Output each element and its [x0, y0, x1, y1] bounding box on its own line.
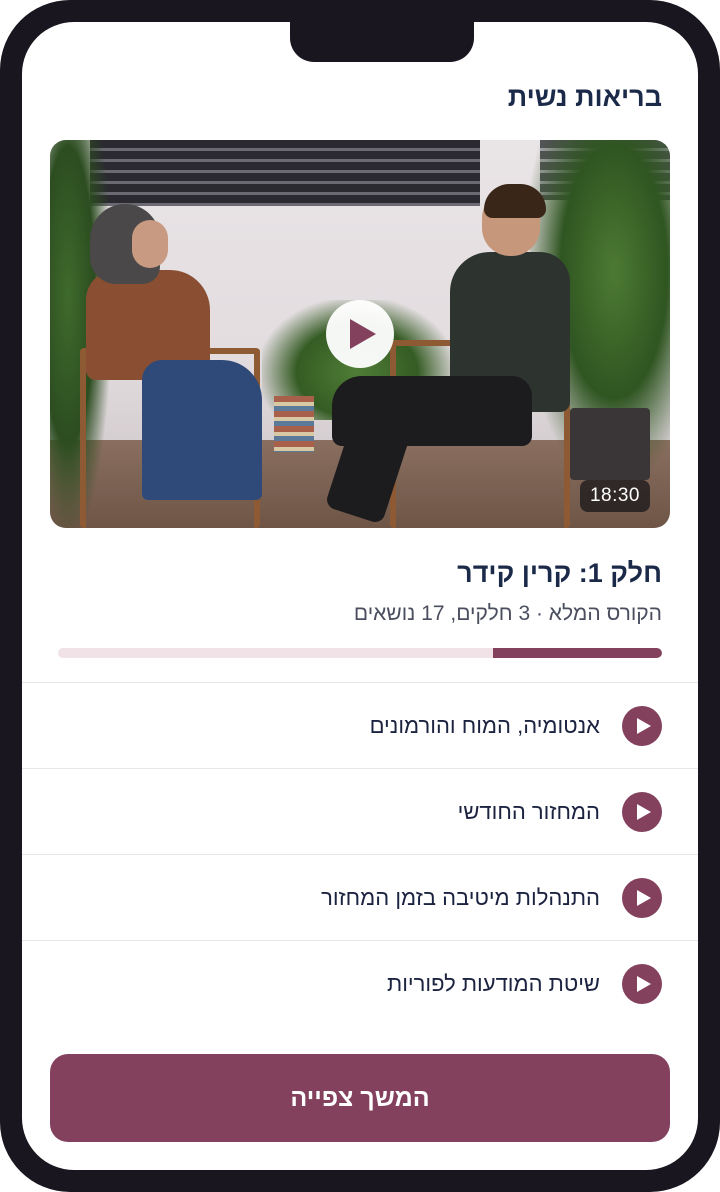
play-icon[interactable]	[622, 877, 662, 918]
play-icon[interactable]	[622, 963, 662, 1004]
topic-item[interactable]: התנהלות מיטיבה בזמן המחזור	[22, 854, 698, 940]
episode-title: חלק 1: קרין קידר	[457, 558, 662, 588]
play-icon[interactable]	[622, 705, 662, 746]
topic-item[interactable]: המחזור החודשי	[22, 768, 698, 854]
episode-meta: הקורס המלא · 3 חלקים, 17 נושאים	[353, 602, 662, 625]
topic-list: אנטומיה, המוח והורמונים המחזור החודשי הת…	[22, 682, 698, 1026]
continue-watching-button[interactable]: המשך צפייה	[50, 1054, 670, 1142]
screen: בריאות נשית 18:30 חלק 1: קרין קידר הקורס…	[22, 22, 698, 1170]
video-duration-badge: 18:30	[579, 480, 650, 512]
topic-label: שיטת המודעות לפוריות	[387, 970, 600, 996]
phone-frame: בריאות נשית 18:30 חלק 1: קרין קידר הקורס…	[0, 0, 720, 1192]
topic-label: אנטומיה, המוח והורמונים	[369, 712, 600, 738]
topic-item[interactable]: אנטומיה, המוח והורמונים	[22, 682, 698, 768]
course-progress-fill	[492, 648, 662, 658]
topic-label: התנהלות מיטיבה בזמן המחזור	[321, 884, 600, 910]
play-icon	[349, 319, 376, 349]
page-title: בריאות נשית	[507, 82, 662, 112]
video-play-button[interactable]	[326, 300, 394, 368]
course-progress-bar	[58, 648, 662, 658]
play-icon[interactable]	[622, 791, 662, 832]
notch	[290, 22, 474, 62]
topic-label: המחזור החודשי	[457, 798, 600, 824]
topic-item[interactable]: שיטת המודעות לפוריות	[22, 940, 698, 1026]
video-player[interactable]: 18:30	[50, 140, 670, 528]
